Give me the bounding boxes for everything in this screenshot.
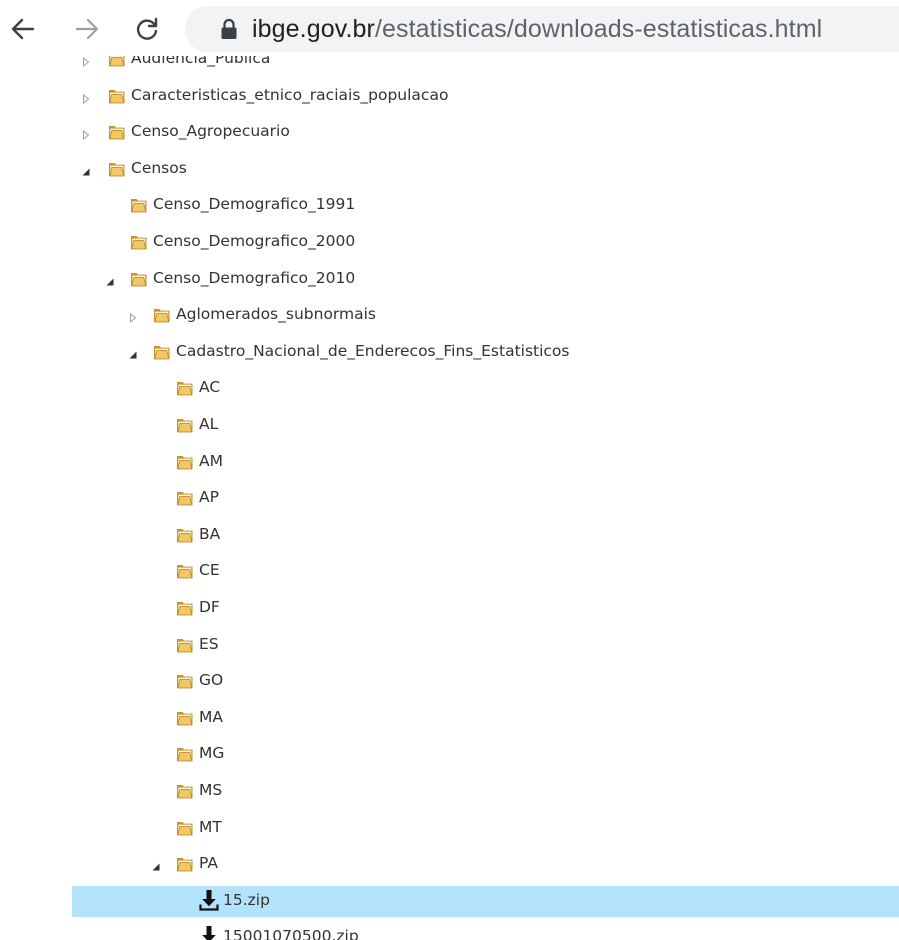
folder-label: Censo_Demografico_1991 bbox=[153, 195, 356, 214]
arrow-left-icon bbox=[11, 18, 35, 40]
forward-button[interactable] bbox=[72, 14, 102, 44]
folder-label: Censo_Agropecuario bbox=[131, 122, 290, 141]
tree-folder-row[interactable]: Aglomerados_subnormais bbox=[0, 300, 899, 330]
folder-label: BA bbox=[199, 524, 221, 543]
folder-label: CE bbox=[199, 561, 220, 580]
reload-icon bbox=[136, 17, 158, 40]
folder-icon bbox=[176, 379, 194, 396]
url-text[interactable]: ibge.gov.br/estatisticas/downloads-estat… bbox=[252, 15, 822, 44]
tree-folder-row[interactable]: MT bbox=[0, 813, 899, 843]
tree-folder-row[interactable]: Censos bbox=[0, 154, 899, 184]
folder-icon bbox=[108, 87, 126, 104]
collapse-arrow-icon[interactable] bbox=[104, 273, 116, 286]
folder-icon bbox=[176, 453, 194, 470]
tree-folder-row[interactable]: Cadastro_Nacional_de_Enderecos_Fins_Esta… bbox=[0, 337, 899, 367]
folder-icon bbox=[176, 672, 194, 689]
folder-icon bbox=[176, 416, 194, 433]
folder-label: MT bbox=[199, 817, 222, 836]
tree-folder-row[interactable]: MG bbox=[0, 739, 899, 769]
folder-label: AC bbox=[199, 378, 221, 397]
folder-icon bbox=[176, 526, 194, 543]
download-icon bbox=[199, 925, 219, 940]
browser-toolbar: ibge.gov.br/estatisticas/downloads-estat… bbox=[0, 0, 899, 58]
file-link[interactable]: 15.zip bbox=[223, 890, 270, 910]
folder-label: MA bbox=[199, 707, 223, 726]
folder-label: AM bbox=[199, 451, 223, 470]
folder-icon bbox=[176, 709, 194, 726]
folder-label: MG bbox=[199, 744, 225, 763]
folder-label: Aglomerados_subnormais bbox=[176, 305, 377, 324]
folder-label: GO bbox=[199, 671, 224, 690]
selection-highlight bbox=[72, 885, 899, 917]
tree-folder-row[interactable]: Caracteristicas_etnico_raciais_populacao bbox=[0, 81, 899, 111]
back-button[interactable] bbox=[8, 14, 38, 44]
tree-folder-row[interactable]: MA bbox=[0, 703, 899, 733]
folder-icon bbox=[130, 233, 148, 250]
tree-folder-row[interactable]: AP bbox=[0, 483, 899, 513]
url-host: ibge.gov.br bbox=[252, 14, 375, 43]
folder-icon bbox=[176, 599, 194, 616]
tree-folder-row[interactable]: Censo_Agropecuario bbox=[0, 117, 899, 147]
tree-folder-row[interactable]: CE bbox=[0, 556, 899, 586]
folder-label: Censo_Demografico_2000 bbox=[153, 232, 356, 250]
tree-folder-row[interactable]: Censo_Demografico_2000 bbox=[0, 227, 899, 257]
folder-label: MS bbox=[199, 781, 223, 799]
address-bar[interactable]: ibge.gov.br/estatisticas/downloads-estat… bbox=[185, 6, 899, 52]
folder-label: Cadastro_Nacional_de_Enderecos_Fins_Esta… bbox=[176, 341, 570, 360]
download-icon bbox=[199, 889, 219, 911]
folder-label: Censos bbox=[131, 158, 187, 177]
folder-icon bbox=[176, 562, 194, 579]
folder-label: AL bbox=[199, 415, 219, 433]
tree-folder-row[interactable]: AL bbox=[0, 410, 899, 440]
folder-icon bbox=[108, 160, 126, 177]
collapse-arrow-icon[interactable] bbox=[127, 346, 139, 359]
tree-folder-row[interactable]: GO bbox=[0, 666, 899, 696]
lock-icon[interactable] bbox=[219, 17, 239, 41]
folder-icon bbox=[130, 196, 148, 213]
folder-icon bbox=[176, 855, 194, 872]
reload-button[interactable] bbox=[132, 14, 162, 44]
tree-folder-row[interactable]: Censo_Demografico_1991 bbox=[0, 190, 899, 220]
file-link[interactable]: 15001070500.zip bbox=[223, 926, 359, 940]
folder-icon bbox=[176, 819, 194, 836]
tree-folder-row[interactable]: AC bbox=[0, 373, 899, 403]
folder-label: Censo_Demografico_2010 bbox=[153, 268, 356, 287]
folder-label: DF bbox=[199, 598, 220, 616]
tree-file-row[interactable]: 15.zip bbox=[0, 885, 899, 917]
tree-folder-row[interactable]: DF bbox=[0, 593, 899, 623]
expand-arrow-icon[interactable] bbox=[80, 90, 92, 104]
tree-folder-row[interactable]: ES bbox=[0, 630, 899, 660]
url-path: /estatisticas/downloads-estatisticas.htm… bbox=[374, 14, 823, 43]
folder-icon bbox=[176, 782, 194, 799]
expand-arrow-icon[interactable] bbox=[80, 56, 92, 68]
folder-icon bbox=[108, 56, 126, 67]
tree-folder-row[interactable]: Audiencia_Publica bbox=[0, 56, 899, 74]
arrow-right-icon bbox=[75, 18, 99, 40]
folder-icon bbox=[130, 270, 148, 287]
collapse-arrow-icon[interactable] bbox=[80, 163, 92, 176]
tree-folder-row[interactable]: MS bbox=[0, 776, 899, 806]
folder-label: Audiencia_Publica bbox=[131, 56, 271, 67]
folder-icon bbox=[153, 306, 171, 323]
tree-folder-row[interactable]: BA bbox=[0, 520, 899, 550]
download-tree: Audiencia_Publica Caracteristicas_etnico_… bbox=[0, 56, 899, 940]
tree-folder-row[interactable]: Censo_Demografico_2010 bbox=[0, 264, 899, 294]
folder-label: PA bbox=[199, 854, 218, 873]
tree-folder-row[interactable]: PA bbox=[0, 849, 899, 879]
folder-label: ES bbox=[199, 634, 219, 653]
folder-label: AP bbox=[199, 488, 219, 507]
folder-label: Caracteristicas_etnico_raciais_populacao bbox=[131, 85, 449, 104]
folder-icon bbox=[176, 745, 194, 762]
tree-folder-row[interactable]: AM bbox=[0, 447, 899, 477]
expand-arrow-icon[interactable] bbox=[127, 309, 139, 324]
collapse-arrow-icon[interactable] bbox=[150, 858, 162, 871]
folder-icon bbox=[108, 123, 126, 140]
tree-file-row[interactable]: 15001070500.zip bbox=[0, 922, 899, 940]
expand-arrow-icon[interactable] bbox=[80, 126, 92, 141]
folder-icon bbox=[176, 489, 194, 506]
folder-icon bbox=[153, 343, 171, 360]
folder-icon bbox=[176, 636, 194, 653]
